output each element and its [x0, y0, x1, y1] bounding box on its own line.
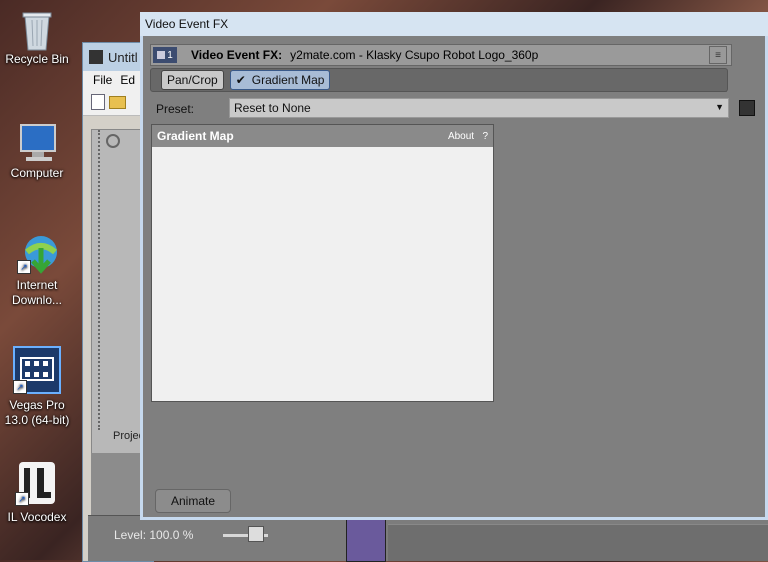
- internet-download-icon: ↗: [17, 234, 57, 274]
- vegas-app-icon: [89, 50, 103, 64]
- preset-dropdown[interactable]: Reset to None ▼: [229, 98, 729, 118]
- chain-item-label: Pan/Crop: [167, 73, 218, 87]
- computer-icon: [17, 122, 57, 162]
- checkmark-icon[interactable]: ✔: [236, 73, 246, 87]
- timeline-tracks[interactable]: [388, 524, 768, 561]
- fx-header-label: Video Event FX:: [191, 48, 283, 62]
- desktop-icon-vegas-pro[interactable]: ↗ Vegas Pro 13.0 (64-bit): [0, 346, 74, 428]
- plugin-chain: Pan/Crop ✔ Gradient Map: [150, 68, 728, 92]
- event-number-badge: 1: [153, 47, 177, 63]
- chain-item-label: Gradient Map: [251, 73, 325, 87]
- desktop-icon-label: Vegas Pro 13.0 (64-bit): [4, 398, 70, 427]
- chain-item-pan-crop[interactable]: Pan/Crop: [161, 70, 224, 90]
- shortcut-arrow-icon: ↗: [13, 380, 27, 394]
- new-file-icon[interactable]: [91, 94, 105, 110]
- open-folder-icon[interactable]: [109, 95, 126, 109]
- save-icon[interactable]: [739, 100, 755, 116]
- film-icon: [157, 51, 166, 59]
- vegas-title: Untitl: [108, 49, 138, 65]
- desktop-icon-label: Internet Downlo...: [11, 278, 63, 307]
- video-event-fx-window: Video Event FX 1 Video Event FX: y2mate.…: [140, 12, 768, 520]
- shortcut-arrow-icon: ↗: [17, 260, 31, 274]
- menu-edit[interactable]: Ed: [120, 73, 135, 87]
- explorer-panel: [91, 129, 143, 471]
- timeline-clip[interactable]: [346, 518, 386, 562]
- menu-file[interactable]: File: [93, 73, 112, 87]
- desktop-icon-computer[interactable]: Computer: [0, 122, 74, 181]
- desktop-icon-il-vocodex[interactable]: ↗ IL Vocodex: [0, 460, 74, 525]
- layout-toggle-icon[interactable]: ≡: [709, 46, 727, 64]
- drag-handle[interactable]: [98, 130, 102, 430]
- desktop-icon-internet-download[interactable]: ↗ Internet Downlo...: [0, 234, 74, 308]
- desktop-icon-label: IL Vocodex: [7, 510, 67, 524]
- help-link[interactable]: ?: [482, 131, 488, 142]
- chain-item-gradient-map[interactable]: ✔ Gradient Map: [229, 70, 331, 90]
- vegas-pro-icon: ↗: [13, 346, 61, 394]
- fx-header: 1 Video Event FX: y2mate.com - Klasky Cs…: [150, 44, 732, 66]
- fx-titlebar[interactable]: Video Event FX: [140, 12, 768, 36]
- animate-button[interactable]: Animate: [155, 489, 231, 513]
- plugin-title: Gradient Map: [157, 129, 234, 143]
- recycle-bin-icon: [17, 8, 57, 51]
- shortcut-arrow-icon: ↗: [15, 492, 29, 506]
- event-number: 1: [167, 49, 173, 61]
- desktop-icon-recycle-bin[interactable]: Recycle Bin: [0, 8, 74, 67]
- search-icon[interactable]: [106, 134, 120, 148]
- about-link[interactable]: About: [448, 131, 474, 142]
- desktop-icon-label: Computer: [10, 166, 64, 180]
- plugin-header: Gradient Map About ?: [152, 125, 493, 147]
- plugin-panel: Gradient Map About ?: [151, 124, 494, 402]
- media-name: y2mate.com - Klasky Csupo Robot Logo_360…: [290, 48, 539, 62]
- dropdown-arrow-icon: ▼: [715, 102, 724, 112]
- timeline-area: Level: 100.0 %: [88, 515, 768, 562]
- fx-title: Video Event FX: [145, 17, 229, 31]
- desktop-icon-label: Recycle Bin: [5, 52, 69, 66]
- preset-label: Preset:: [156, 102, 195, 116]
- level-slider-thumb[interactable]: [248, 526, 264, 542]
- preset-value: Reset to None: [234, 101, 311, 115]
- level-readout: Level: 100.0 %: [114, 528, 194, 542]
- vocodex-icon: ↗: [15, 460, 59, 506]
